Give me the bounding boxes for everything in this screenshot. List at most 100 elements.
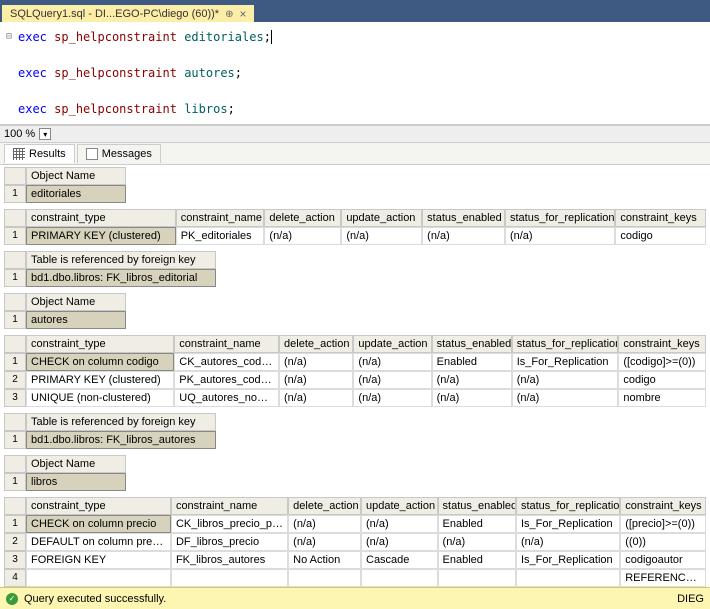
column-header[interactable]: delete_action bbox=[279, 335, 353, 353]
table-row[interactable]: 1CHECK on column codigoCK_autores_codigo… bbox=[4, 353, 706, 371]
table-cell[interactable]: CK_libros_precio_positivo bbox=[171, 515, 288, 533]
table-cell[interactable]: (n/a) bbox=[512, 371, 619, 389]
table-cell[interactable]: CHECK on column codigo bbox=[26, 353, 174, 371]
table-row[interactable]: 1bd1.dbo.libros: FK_libros_autores bbox=[4, 431, 706, 449]
column-header[interactable]: constraint_type bbox=[26, 209, 176, 227]
table-cell[interactable]: libros bbox=[26, 473, 126, 491]
column-header[interactable]: status_enabled bbox=[432, 335, 512, 353]
table-cell[interactable]: ((0)) bbox=[620, 533, 706, 551]
column-header[interactable]: status_enabled bbox=[438, 497, 516, 515]
column-header[interactable]: status_for_replication bbox=[505, 209, 615, 227]
table-cell[interactable]: Enabled bbox=[438, 515, 516, 533]
table-row[interactable]: 3UNIQUE (non-clustered)UQ_autores_nom...… bbox=[4, 389, 706, 407]
column-header[interactable]: constraint_keys bbox=[620, 497, 706, 515]
column-header[interactable]: constraint_name bbox=[171, 497, 288, 515]
table-cell[interactable]: Is_For_Replication bbox=[516, 515, 620, 533]
table-cell[interactable]: (n/a) bbox=[288, 533, 361, 551]
sql-editor[interactable]: ⊟ exec sp_helpconstraint editoriales; ex… bbox=[0, 22, 710, 125]
table-cell[interactable] bbox=[171, 569, 288, 587]
table-cell[interactable]: (n/a) bbox=[353, 389, 431, 407]
column-header[interactable]: status_enabled bbox=[422, 209, 505, 227]
table-cell[interactable]: (n/a) bbox=[361, 515, 438, 533]
document-tab[interactable]: SQLQuery1.sql - DI...EGO-PC\diego (60))*… bbox=[2, 5, 254, 22]
table-cell[interactable] bbox=[438, 569, 516, 587]
column-header[interactable]: status_for_replication bbox=[516, 497, 620, 515]
table-cell[interactable]: codigoautor bbox=[620, 551, 706, 569]
close-icon[interactable]: × bbox=[239, 9, 246, 19]
column-header[interactable]: constraint_name bbox=[174, 335, 279, 353]
table-cell[interactable]: editoriales bbox=[26, 185, 126, 203]
table-row[interactable]: 1autores bbox=[4, 311, 706, 329]
tab-results[interactable]: Results bbox=[4, 144, 75, 163]
column-header[interactable]: delete_action bbox=[264, 209, 341, 227]
column-header[interactable]: status_for_replication bbox=[512, 335, 619, 353]
table-cell[interactable]: PRIMARY KEY (clustered) bbox=[26, 227, 176, 245]
table-cell[interactable]: (n/a) bbox=[341, 227, 422, 245]
table-cell[interactable]: codigo bbox=[615, 227, 706, 245]
column-header[interactable]: Object Name bbox=[26, 455, 126, 473]
table-cell[interactable]: No Action bbox=[288, 551, 361, 569]
editor-line[interactable] bbox=[18, 82, 704, 100]
table-cell[interactable]: (n/a) bbox=[505, 227, 615, 245]
table-cell[interactable]: PK_editoriales bbox=[176, 227, 265, 245]
table-cell[interactable]: (n/a) bbox=[361, 533, 438, 551]
table-cell[interactable]: (n/a) bbox=[432, 389, 512, 407]
table-cell[interactable]: (n/a) bbox=[422, 227, 505, 245]
table-cell[interactable]: FK_libros_autores bbox=[171, 551, 288, 569]
column-header[interactable]: update_action bbox=[341, 209, 422, 227]
table-row[interactable]: 3FOREIGN KEYFK_libros_autoresNo ActionCa… bbox=[4, 551, 706, 569]
column-header[interactable]: update_action bbox=[353, 335, 431, 353]
column-header[interactable]: Object Name bbox=[26, 293, 126, 311]
table-cell[interactable]: (n/a) bbox=[438, 533, 516, 551]
table-row[interactable]: 2PRIMARY KEY (clustered)PK_autores_codig… bbox=[4, 371, 706, 389]
editor-line[interactable]: exec sp_helpconstraint editoriales; bbox=[18, 28, 704, 46]
pin-icon[interactable]: ⊕ bbox=[225, 9, 233, 20]
table-cell[interactable]: (n/a) bbox=[353, 371, 431, 389]
table-cell[interactable]: REFERENCE... bbox=[620, 569, 706, 587]
tab-messages[interactable]: Messages bbox=[77, 144, 161, 163]
table-cell[interactable]: bd1.dbo.libros: FK_libros_editorial bbox=[26, 269, 216, 287]
table-cell[interactable]: Enabled bbox=[432, 353, 512, 371]
table-cell[interactable]: (n/a) bbox=[516, 533, 620, 551]
table-cell[interactable] bbox=[288, 569, 361, 587]
table-cell[interactable]: (n/a) bbox=[432, 371, 512, 389]
column-header[interactable]: constraint_type bbox=[26, 497, 171, 515]
table-cell[interactable]: (n/a) bbox=[512, 389, 619, 407]
table-cell[interactable]: Enabled bbox=[438, 551, 516, 569]
zoom-dropdown-icon[interactable]: ▾ bbox=[39, 128, 51, 140]
table-cell[interactable]: CK_autores_codigo bbox=[174, 353, 279, 371]
table-cell[interactable] bbox=[516, 569, 620, 587]
table-cell[interactable]: UNIQUE (non-clustered) bbox=[26, 389, 174, 407]
table-cell[interactable]: Is_For_Replication bbox=[516, 551, 620, 569]
table-cell[interactable]: ([codigo]>=(0)) bbox=[618, 353, 706, 371]
table-row[interactable]: 1bd1.dbo.libros: FK_libros_editorial bbox=[4, 269, 706, 287]
column-header[interactable]: Object Name bbox=[26, 167, 126, 185]
collapse-icon[interactable]: ⊟ bbox=[2, 28, 16, 46]
table-cell[interactable]: (n/a) bbox=[288, 515, 361, 533]
table-row[interactable]: 4REFERENCE... bbox=[4, 569, 706, 587]
table-cell[interactable]: Is_For_Replication bbox=[512, 353, 619, 371]
table-cell[interactable] bbox=[26, 569, 171, 587]
table-cell[interactable]: CHECK on column precio bbox=[26, 515, 171, 533]
table-cell[interactable]: (n/a) bbox=[353, 353, 431, 371]
editor-line[interactable] bbox=[18, 46, 704, 64]
table-cell[interactable]: autores bbox=[26, 311, 126, 329]
column-header[interactable]: delete_action bbox=[288, 497, 361, 515]
table-cell[interactable]: (n/a) bbox=[264, 227, 341, 245]
editor-line[interactable]: exec sp_helpconstraint autores; bbox=[18, 64, 704, 82]
table-row[interactable]: 1libros bbox=[4, 473, 706, 491]
column-header[interactable]: update_action bbox=[361, 497, 438, 515]
table-row[interactable]: 1editoriales bbox=[4, 185, 706, 203]
table-cell[interactable]: PK_autores_codigo bbox=[174, 371, 279, 389]
column-header[interactable]: constraint_name bbox=[176, 209, 265, 227]
table-cell[interactable]: (n/a) bbox=[279, 371, 353, 389]
column-header[interactable]: constraint_type bbox=[26, 335, 174, 353]
table-cell[interactable]: nombre bbox=[618, 389, 706, 407]
table-row[interactable]: 2DEFAULT on column precioDF_libros_preci… bbox=[4, 533, 706, 551]
editor-line[interactable]: exec sp_helpconstraint libros; bbox=[18, 100, 704, 118]
table-cell[interactable] bbox=[361, 569, 438, 587]
table-row[interactable]: 1PRIMARY KEY (clustered)PK_editoriales(n… bbox=[4, 227, 706, 245]
table-cell[interactable]: PRIMARY KEY (clustered) bbox=[26, 371, 174, 389]
table-cell[interactable]: FOREIGN KEY bbox=[26, 551, 171, 569]
table-cell[interactable]: Cascade bbox=[361, 551, 438, 569]
